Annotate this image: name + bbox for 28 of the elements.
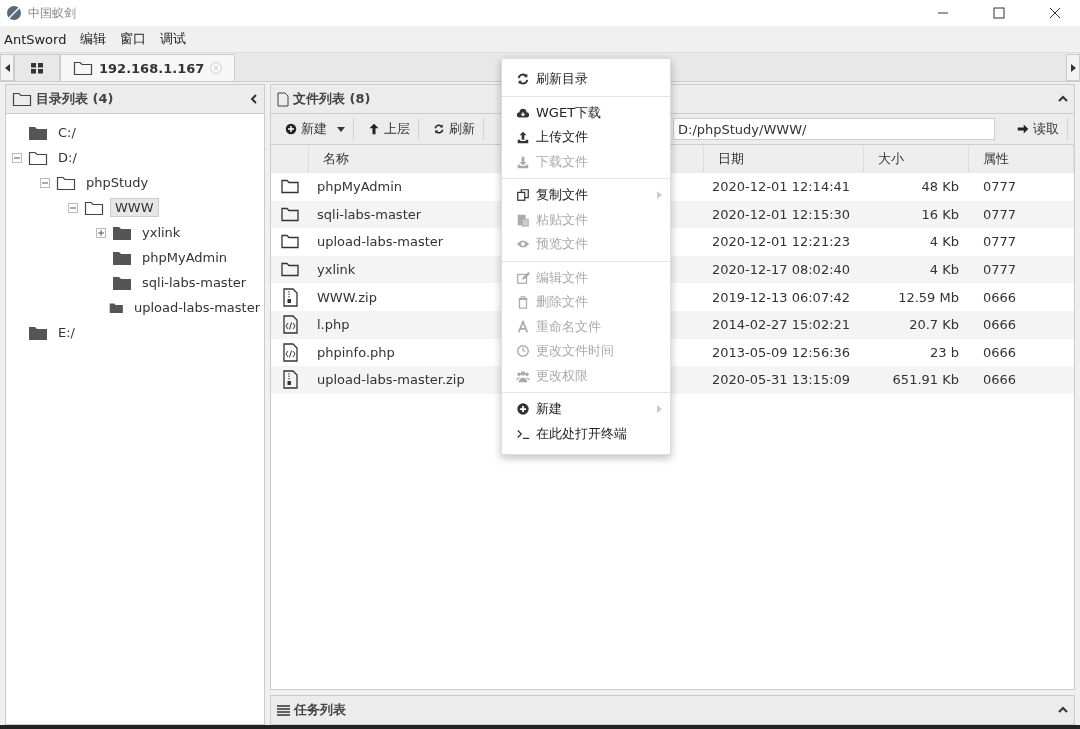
size-cell-text: 12.59 Mb — [897, 288, 960, 307]
attribute-cell: 0777 — [969, 255, 1074, 284]
size-cell: 651.91 Kb — [864, 366, 969, 394]
panel-title: 文件列表 (8) — [293, 90, 372, 108]
window-title: 中国蚁剑 — [28, 4, 77, 22]
size-cell-text: 48 Kb — [920, 178, 960, 197]
date-cell-text: 2020-12-01 12:21:23 — [711, 233, 852, 252]
size-cell: 16 Kb — [864, 200, 969, 229]
attribute-cell-text: 0666 — [982, 288, 1018, 307]
panel-title: 目录列表 (4) — [36, 90, 115, 108]
date-cell: 2020-12-17 08:02:40 — [704, 255, 864, 284]
size-cell-text: 4 Kb — [928, 233, 960, 252]
size-cell: 20.7 Kb — [864, 310, 969, 339]
attribute-cell: 0666 — [969, 366, 1074, 394]
attribute-cell: 0777 — [969, 200, 1074, 229]
date-cell: 2020-05-31 13:15:09 — [704, 366, 864, 394]
date-cell-text: 2019-12-13 06:07:42 — [711, 288, 852, 307]
date-cell: 2020-12-01 12:15:30 — [704, 200, 864, 229]
attribute-cell-text: 0777 — [982, 178, 1018, 197]
date-cell-text: 2020-12-01 12:14:41 — [711, 178, 852, 197]
attribute-cell-text: 0777 — [982, 233, 1018, 252]
date-cell-text: 2013-05-09 12:56:36 — [711, 343, 852, 362]
attribute-cell-text: 0666 — [982, 343, 1018, 362]
panel-title: 任务列表 — [294, 701, 347, 719]
attribute-cell: 0666 — [969, 310, 1074, 339]
size-cell-text: 23 b — [929, 343, 960, 362]
size-cell: 4 Kb — [864, 255, 969, 284]
date-cell: 2014-02-27 15:02:21 — [704, 310, 864, 339]
